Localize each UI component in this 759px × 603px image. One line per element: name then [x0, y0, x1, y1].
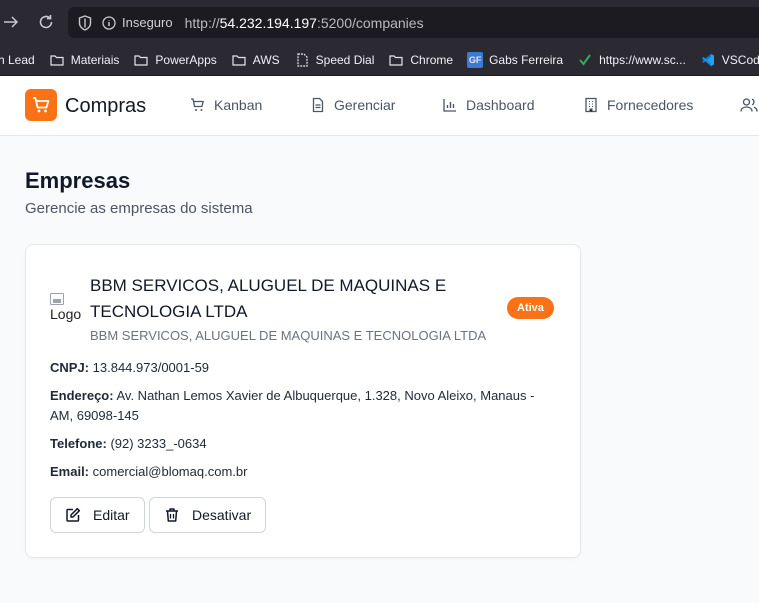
browser-toolbar: Inseguro http://54.232.194.197:5200/comp… — [0, 0, 759, 44]
url-text[interactable]: http://54.232.194.197:5200/companies — [185, 15, 424, 31]
bookmark-item[interactable]: Chrome — [388, 52, 453, 68]
nav-fornecedores[interactable]: Fornecedores — [583, 97, 693, 113]
bookmarks-bar: h Lead Materiais PowerApps AWS Speed Dia… — [0, 44, 759, 76]
bookmark-item[interactable]: GF Gabs Ferreira — [467, 51, 563, 68]
status-badge: Ativa — [507, 297, 554, 319]
app-header: Compras Kanban Gerenciar Dashboard Forne… — [0, 76, 759, 136]
company-legal-name: BBM SERVICOS, ALUGUEL DE MAQUINAS E TECN… — [90, 328, 487, 343]
folder-icon — [133, 52, 149, 68]
site-info-icon[interactable] — [102, 15, 116, 30]
deactivate-button[interactable]: Desativar — [149, 497, 267, 533]
bookmark-item[interactable]: h Lead — [0, 53, 35, 67]
phone-value: (92) 3233_-0634 — [110, 436, 207, 451]
phone-field: Telefone: (92) 3233_-0634 — [50, 436, 207, 451]
bookmark-item[interactable]: Materiais — [49, 52, 119, 68]
building-icon — [585, 97, 597, 113]
brand-title[interactable]: Compras — [65, 95, 146, 118]
nav-gerenciar[interactable]: Gerenciar — [310, 97, 395, 113]
bookmark-item[interactable]: VSCode — [700, 52, 759, 68]
document-icon — [312, 97, 324, 113]
nav-kanban[interactable]: Kanban — [190, 97, 262, 113]
bar-chart-icon — [443, 99, 456, 112]
cnpj-value: 13.844.973/0001-59 — [92, 360, 210, 375]
page-subtitle: Gerencie as empresas do sistema — [25, 200, 253, 217]
shield-icon[interactable] — [78, 14, 92, 31]
address-value: Av. Nathan Lemos Xavier de Albuquerque, … — [50, 388, 535, 423]
company-card: Logo BBM SERVICOS, ALUGUEL DE MAQUINAS E… — [25, 244, 581, 558]
address-field: Endereço: Av. Nathan Lemos Xavier de Alb… — [50, 388, 535, 423]
edit-button[interactable]: Editar — [50, 497, 145, 533]
reload-icon[interactable] — [34, 10, 58, 34]
cnpj-field: CNPJ: 13.844.973/0001-59 — [50, 360, 210, 375]
cart-logo-icon[interactable] — [25, 89, 57, 121]
nav-users[interactable] — [740, 97, 759, 113]
bookmark-item[interactable]: https://www.sc... — [577, 52, 686, 68]
company-name: BBM SERVICOS, ALUGUEL DE MAQUINAS E TECN… — [90, 276, 447, 321]
edit-icon — [66, 507, 81, 522]
folder-icon — [388, 52, 404, 68]
company-logo-broken-image: Logo — [50, 293, 84, 323]
broken-image-icon — [50, 293, 64, 305]
email-value: comercial@blomaq.com.br — [92, 464, 248, 479]
trash-icon — [166, 508, 178, 522]
check-icon — [577, 52, 593, 68]
insecure-label: Inseguro — [122, 15, 173, 30]
email-field: Email: comercial@blomaq.com.br — [50, 464, 248, 479]
bookmark-item[interactable]: Speed Dial — [294, 52, 374, 68]
page-title: Empresas — [25, 168, 131, 193]
bookmark-item[interactable]: AWS — [231, 52, 280, 68]
nav-dashboard[interactable]: Dashboard — [442, 97, 535, 113]
url-bar[interactable]: Inseguro http://54.232.194.197:5200/comp… — [68, 7, 759, 38]
bookmark-item[interactable]: PowerApps — [133, 52, 217, 68]
vscode-icon — [700, 52, 716, 68]
gf-icon: GF — [467, 51, 484, 68]
folder-icon — [231, 52, 247, 68]
back-arrow-icon[interactable] — [0, 10, 22, 34]
users-icon — [740, 98, 758, 112]
folder-icon — [49, 52, 65, 68]
page-icon — [294, 52, 310, 68]
cart-icon — [191, 98, 205, 111]
